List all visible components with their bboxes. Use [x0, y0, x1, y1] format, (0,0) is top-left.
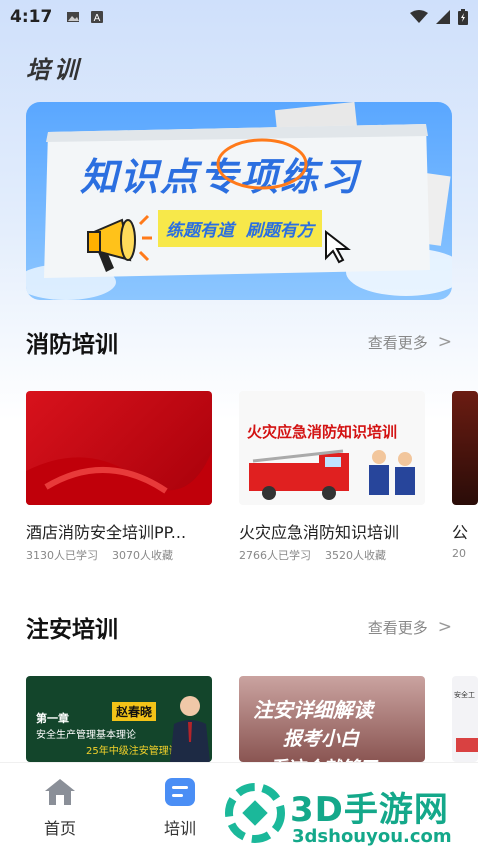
see-more-link[interactable]: 查看更多 >: [368, 617, 452, 638]
course-card[interactable]: 酒店消防安全培训PP... 3130人已学习 3070人收藏: [26, 391, 212, 563]
favorite-count: 3070人收藏: [112, 549, 173, 562]
see-more-label: 查看更多: [367, 333, 428, 352]
course-thumbnail: [452, 391, 478, 505]
megaphone-icon: [87, 214, 152, 272]
course-title: 火灾应急消防知识培训: [239, 523, 400, 542]
course-stats: 2766人已学习 3520人收藏: [239, 547, 425, 563]
learner-count: 3130人已学习: [26, 549, 98, 562]
banner-subline: 练题有道 刷题有方: [158, 210, 322, 247]
tab-label: 首页: [43, 819, 76, 838]
signal-icon: [436, 10, 450, 24]
learner-count: 20: [452, 547, 466, 560]
gallery-icon: [67, 12, 80, 22]
watermark-logo: [225, 783, 285, 843]
site-watermark: 3D手游网 3dshouyou.com: [220, 780, 478, 850]
cursor-icon: [325, 230, 351, 264]
thumbnail-caption: 安全工: [454, 691, 475, 699]
course-thumbnail: 火灾应急消防知识培训: [239, 391, 425, 505]
course-card[interactable]: 公 20: [452, 391, 478, 560]
teacher-photo: [170, 696, 210, 762]
status-time: 4:17: [10, 7, 53, 27]
promo-banner[interactable]: 知识点专项练习 练题有道 刷题有方: [26, 102, 452, 300]
page-title: 培训: [26, 56, 82, 84]
section-title: 注安培训: [26, 617, 118, 643]
see-more-link[interactable]: 查看更多 >: [368, 332, 452, 353]
fire-truck-illustration: [249, 449, 415, 500]
course-title: 酒店消防安全培训PP...: [26, 523, 187, 542]
thumbnail-subline: 报考小白: [283, 728, 360, 750]
course-stats: 3130人已学习 3070人收藏: [26, 547, 212, 563]
thumbnail-badge: [456, 738, 478, 752]
section-header-safety-training: 注安培训 查看更多 >: [26, 612, 452, 643]
battery-icon: [458, 9, 468, 25]
watermark-brand: 3D手游网: [290, 790, 449, 830]
section-title: 消防培训: [26, 332, 118, 358]
tab-home[interactable]: 首页: [20, 777, 100, 839]
thumbnail-chapter: 第一章: [36, 712, 69, 725]
course-thumbnail: 安全工: [452, 676, 478, 762]
banner-highlight-circle: [216, 138, 308, 190]
course-card[interactable]: 安全工: [452, 676, 478, 762]
home-icon: [45, 779, 75, 805]
thumbnail-subject: 安全生产管理基本理论: [36, 730, 136, 741]
tab-training[interactable]: 培训: [140, 777, 220, 839]
course-card[interactable]: 火灾应急消防知识培训 火灾应急消防知识培训 2766人已学习 3520人收藏: [239, 391, 425, 563]
course-thumbnail: 第一章 安全生产管理基本理论 赵春晓 25年中级注安管理课: [26, 676, 212, 762]
svg-text:A: A: [94, 13, 101, 24]
watermark-url: 3dshouyou.com: [292, 826, 452, 847]
status-bar: 4:17 A: [0, 0, 478, 34]
thumbnail-headline: 注安详细解读: [253, 698, 373, 722]
section-header-fire-training: 消防培训 查看更多 >: [26, 327, 452, 358]
course-thumbnail: 注安详细解读 报考小白 看这个就够了: [239, 676, 425, 762]
course-stats: 20: [452, 547, 478, 560]
chevron-right-icon: >: [437, 332, 452, 352]
learner-count: 2766人已学习: [239, 549, 311, 562]
see-more-label: 查看更多: [367, 618, 428, 637]
wifi-icon: [410, 10, 428, 23]
thumbnail-footer: 看这个就够了: [269, 754, 377, 762]
thumbnail-course: 25年中级注安管理课: [86, 746, 179, 757]
chevron-right-icon: >: [437, 617, 452, 637]
training-icon: [165, 778, 195, 806]
thumbnail-teacher: 赵春晓: [112, 702, 157, 721]
course-thumbnail: [26, 391, 212, 505]
course-title: 公: [452, 523, 469, 542]
favorite-count: 3520人收藏: [325, 549, 386, 562]
app-notification-icon: A: [91, 11, 104, 24]
course-card[interactable]: 注安详细解读 报考小白 看这个就够了: [239, 676, 425, 762]
course-card[interactable]: 第一章 安全生产管理基本理论 赵春晓 25年中级注安管理课: [26, 676, 212, 762]
tab-label: 培训: [163, 819, 196, 838]
